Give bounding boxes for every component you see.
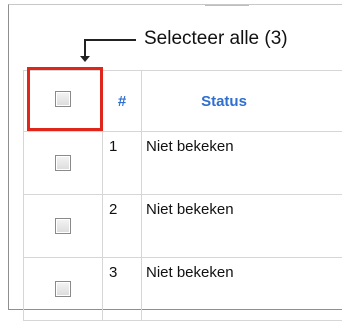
results-table: # Status 1 Niet bekeken 2 Niet bekeken 3…: [23, 70, 342, 321]
top-divider: [205, 5, 249, 12]
row-checkbox-cell: [24, 195, 103, 258]
table-row: 1 Niet bekeken: [24, 132, 342, 195]
row-number: 3: [103, 258, 142, 321]
row-checkbox[interactable]: [55, 218, 71, 234]
row-status: Niet bekeken: [142, 195, 342, 258]
select-all-checkbox[interactable]: [55, 91, 71, 107]
row-status: Niet bekeken: [142, 258, 342, 321]
row-checkbox[interactable]: [55, 155, 71, 171]
row-checkbox[interactable]: [55, 281, 71, 297]
row-checkbox-cell: [24, 132, 103, 195]
column-header-status[interactable]: Status: [142, 71, 342, 132]
table-row: 3 Niet bekeken: [24, 258, 342, 321]
row-checkbox-cell: [24, 258, 103, 321]
annotation-line: [84, 39, 136, 41]
table-header-row: # Status: [24, 71, 342, 132]
row-number: 1: [103, 132, 142, 195]
select-all-label: Selecteer alle (3): [144, 28, 288, 50]
arrow-down-icon: [80, 56, 90, 62]
row-number: 2: [103, 195, 142, 258]
table-row: 2 Niet bekeken: [24, 195, 342, 258]
column-header-number[interactable]: #: [103, 71, 142, 132]
header-checkbox-cell: [24, 71, 103, 132]
annotation-line: [84, 39, 86, 57]
select-all-annotation: Selecteer alle (3): [84, 30, 334, 66]
row-status: Niet bekeken: [142, 132, 342, 195]
